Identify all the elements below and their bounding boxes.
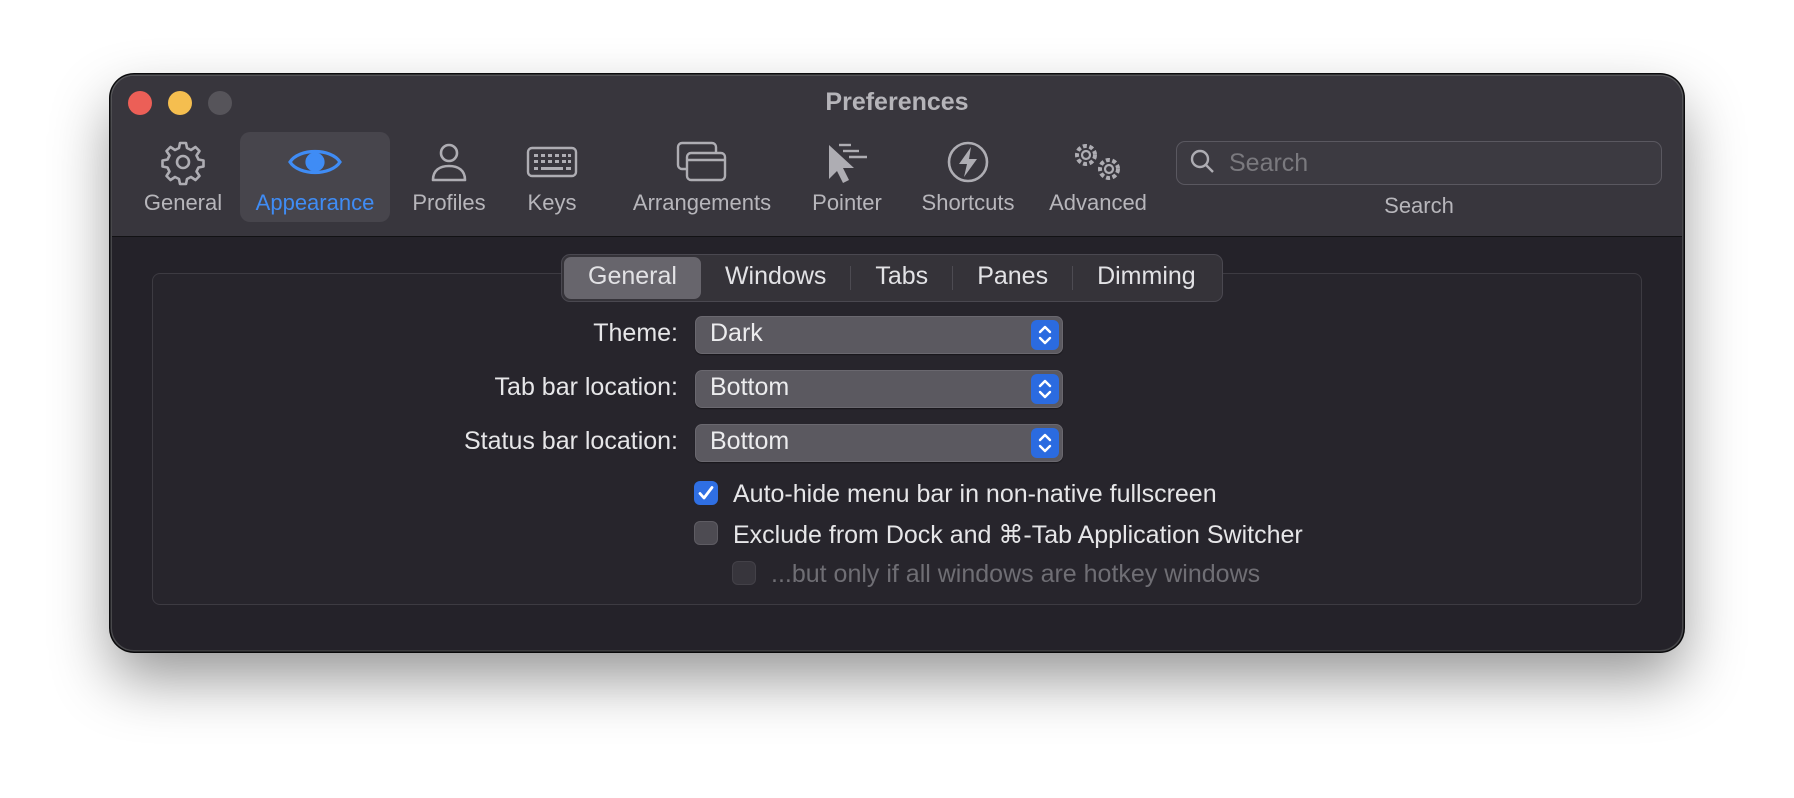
bolt-icon — [945, 134, 991, 190]
toolbar-label-shortcuts: Shortcuts — [921, 190, 1015, 215]
search-label: Search — [1384, 193, 1454, 218]
search-icon — [1189, 148, 1215, 179]
theme-popup[interactable]: Dark — [695, 316, 1063, 354]
exclude-from-dock-label: Exclude from Dock and ⌘-Tab Application … — [733, 521, 1303, 549]
checkmark-icon — [698, 486, 714, 500]
tab-bar-location-popup[interactable]: Bottom — [695, 370, 1063, 408]
theme-value: Dark — [710, 319, 763, 347]
eye-icon — [287, 134, 343, 190]
tab-control: General Windows Tabs Panes Dimming — [561, 254, 1223, 302]
hotkey-windows-only-label: ...but only if all windows are hotkey wi… — [771, 560, 1261, 588]
person-icon — [427, 134, 471, 190]
toolbar-item-pointer[interactable]: Pointer — [802, 132, 892, 222]
window-title: Preferences — [825, 88, 969, 116]
search-box[interactable] — [1176, 141, 1662, 185]
keyboard-icon — [526, 134, 578, 190]
toolbar-label-keys: Keys — [527, 190, 577, 215]
pointer-icon — [823, 134, 871, 190]
toolbar-label-appearance: Appearance — [255, 190, 375, 215]
tab-windows[interactable]: Windows — [701, 257, 850, 299]
toolbar-item-appearance[interactable]: Appearance — [240, 132, 390, 222]
toolbar: Preferences General Appearance Profiles … — [112, 76, 1682, 237]
status-bar-location-label: Status bar location: — [463, 427, 678, 455]
tab-dimming[interactable]: Dimming — [1073, 257, 1220, 299]
search-field-group: Search — [1176, 141, 1662, 219]
toolbar-label-arrangements: Arrangements — [632, 190, 772, 215]
chevron-updown-icon — [1031, 320, 1059, 350]
toolbar-item-profiles[interactable]: Profiles — [402, 132, 496, 222]
status-bar-location-value: Bottom — [710, 427, 790, 455]
toolbar-item-general[interactable]: General — [138, 132, 228, 222]
tab-panes[interactable]: Panes — [953, 257, 1072, 299]
toolbar-item-advanced[interactable]: Advanced — [1038, 132, 1158, 222]
tab-bar-location-value: Bottom — [710, 373, 790, 401]
auto-hide-menu-bar-checkbox[interactable] — [694, 481, 718, 505]
gear-icon — [159, 134, 207, 190]
tab-bar-location-label: Tab bar location: — [494, 373, 678, 401]
theme-label: Theme: — [593, 319, 678, 347]
hotkey-windows-only-checkbox — [732, 561, 756, 585]
exclude-from-dock-checkbox[interactable] — [694, 521, 718, 545]
preferences-window: Preferences General Appearance Profiles … — [112, 76, 1682, 650]
status-bar-location-popup[interactable]: Bottom — [695, 424, 1063, 462]
chevron-updown-icon — [1031, 374, 1059, 404]
auto-hide-menu-bar-label: Auto-hide menu bar in non-native fullscr… — [733, 480, 1217, 508]
search-input[interactable] — [1227, 147, 1631, 179]
toolbar-item-shortcuts[interactable]: Shortcuts — [908, 132, 1028, 222]
toolbar-label-profiles: Profiles — [412, 190, 486, 215]
toolbar-label-pointer: Pointer — [812, 190, 882, 215]
toolbar-label-general: General — [143, 190, 223, 215]
gears-icon — [1070, 134, 1126, 190]
toolbar-item-arrangements[interactable]: Arrangements — [622, 132, 782, 222]
tab-general[interactable]: General — [564, 257, 701, 299]
toolbar-item-keys[interactable]: Keys — [512, 132, 592, 222]
windows-icon — [675, 134, 729, 190]
tab-tabs[interactable]: Tabs — [851, 257, 952, 299]
toolbar-label-advanced: Advanced — [1049, 190, 1147, 215]
chevron-updown-icon — [1031, 428, 1059, 458]
